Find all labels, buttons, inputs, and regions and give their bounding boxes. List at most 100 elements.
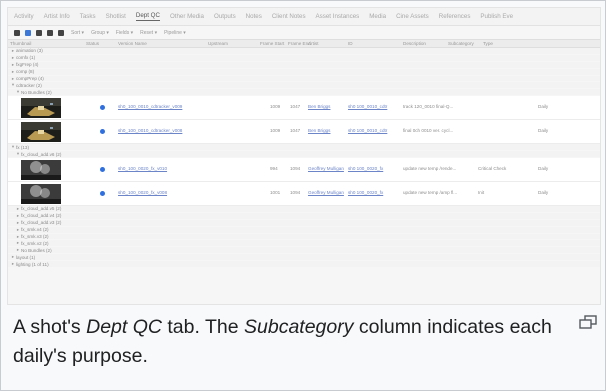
column-header[interactable]: Thumbnail [10, 41, 31, 46]
tree-group-row[interactable]: ▸ No Bundles (2) [8, 247, 600, 255]
version-id-link[interactable]: sh0 100_0010_cdtr [348, 128, 387, 133]
column-header[interactable]: Upstream [208, 41, 228, 46]
column-header[interactable]: Frame Start [260, 41, 284, 46]
artist-link[interactable]: Geoffrey Mulligan [308, 166, 344, 171]
tab-publish-eve[interactable]: Publish Eve [480, 13, 513, 20]
tab-other-media[interactable]: Other Media [170, 13, 204, 20]
toolbar-dropdown[interactable]: Group ▾ [91, 30, 109, 36]
tree-group-row[interactable]: ▾ fx (13) [8, 144, 600, 152]
artist-link[interactable]: Ben Briggs [308, 104, 330, 109]
version-group-a: sh0_100_0010_cdtracker_v009 1009 1047 Ben B… [8, 96, 600, 145]
column-header[interactable]: Description [403, 41, 426, 46]
tree-group-row[interactable]: ▾ fx_cloud_add.v6 (2) [8, 151, 600, 159]
version-row[interactable]: sh0_100_0020_fx_v010 994 1094 Geoffrey Mull… [8, 158, 600, 183]
enlarge-icon[interactable] [579, 315, 597, 329]
version-id-link[interactable]: sh0 100_0020_fx [348, 190, 383, 195]
toolbar: Sort ▾ Group ▾ Fields ▾ Reset ▾ Pipeline ▾ [8, 26, 600, 39]
tree-group-row[interactable]: ▸ fx_cloud_add.v3 (2) [8, 220, 600, 227]
tab-shotlist[interactable]: Shotlist [106, 13, 126, 20]
type: Daily [538, 128, 549, 134]
artist-link[interactable]: Geoffrey Mulligan [308, 190, 344, 195]
tab-tasks[interactable]: Tasks [80, 13, 96, 20]
column-header[interactable]: Subcategory [448, 41, 474, 46]
tab-references[interactable]: References [439, 13, 471, 20]
version-row[interactable]: sh0_100_0010_cdtracker_v008 1009 1047 Ben B… [8, 120, 600, 145]
tab-media[interactable]: Media [369, 13, 386, 20]
version-thumbnail-image[interactable] [21, 160, 61, 181]
frame-end: 1094 [290, 190, 301, 196]
toolbar-dropdown[interactable]: Fields ▾ [116, 30, 133, 36]
status-dot[interactable] [100, 191, 105, 197]
status-dot[interactable] [100, 105, 105, 111]
group-tree-top: ▸ animation (3) ▸ comfx (1) ▸ fxgFrep (4) ▸ com… [8, 48, 600, 97]
version-thumbnail-image[interactable] [21, 184, 61, 205]
filter-icon[interactable] [47, 29, 53, 36]
tree-group-row[interactable]: ▸ fx_cloud_add.v5 (2) [8, 206, 600, 213]
version-thumbnail[interactable] [21, 98, 61, 119]
tree-group-row[interactable]: ▸ fx_smk.v3 (2) [8, 234, 600, 241]
tree-group-row[interactable]: ▸ layout (1) [8, 254, 600, 262]
group-label: fx_cloud_add.v6 (2) [21, 151, 62, 157]
version-name-link[interactable]: sh0_100_0020_fx_v010 [118, 166, 167, 171]
figure-caption: A shot's Dept QC tab. The Subcategory co… [13, 313, 553, 371]
tree-group-row[interactable]: ▸ lighting (1 of 11) [8, 261, 600, 269]
version-id-link[interactable]: sh0 100_0020_fx [348, 166, 383, 171]
column-header[interactable]: Version Name [118, 41, 147, 46]
frame-start: 1009 [270, 104, 281, 110]
tab-notes[interactable]: Notes [246, 13, 262, 20]
version-row[interactable]: sh0_100_0010_cdtracker_v009 1009 1047 Ben B… [8, 96, 600, 121]
toolbar-dropdown[interactable]: Reset ▾ [140, 30, 157, 36]
tab-client-notes[interactable]: Client Notes [272, 13, 306, 20]
version-thumbnail-image[interactable] [21, 98, 61, 119]
column-header[interactable]: Artist [308, 41, 318, 46]
tree-group-row[interactable]: ▸ compPrep (4) [8, 76, 600, 83]
tree-group-row[interactable]: ▸ comfx (1) [8, 55, 600, 62]
tab-artist-info[interactable]: Artist Info [44, 13, 70, 20]
tree-group-row[interactable]: ▾ cdtracker (2) [8, 82, 600, 90]
version-thumbnail[interactable] [21, 184, 61, 205]
version-name-link[interactable]: sh0_100_0020_fx_v008 [118, 190, 167, 195]
column-header[interactable]: Type [483, 41, 493, 46]
column-header[interactable]: Status [86, 41, 99, 46]
status-dot[interactable] [100, 167, 105, 173]
tree-group-row[interactable]: ▸ fxgFrep (4) [8, 62, 600, 69]
version-id-link[interactable]: sh0 100_0010_cdtr [348, 104, 387, 109]
table-header: Thumbnail Status Version Name Upstream Frame… [8, 39, 600, 48]
type: Daily [538, 190, 549, 196]
caption-dept-qc: Dept QC [86, 316, 162, 338]
status-dot[interactable] [100, 129, 105, 135]
columns-icon[interactable] [58, 29, 64, 36]
tree-group-row[interactable]: ▸ fx_smk.v4 (2) [8, 227, 600, 234]
group-label: No Bundles (2) [21, 89, 52, 95]
screenshot-thumbnail[interactable]: Activity Artist Info Tasks Shotlist Dept QC O… [7, 7, 601, 305]
type: Daily [538, 166, 549, 172]
toolbar-dropdown[interactable]: Pipeline ▾ [164, 30, 186, 36]
list-view-icon[interactable] [14, 29, 20, 36]
tree-group-row[interactable]: ▸ animation (3) [8, 48, 600, 55]
group-label: layout (1) [16, 254, 36, 260]
version-row[interactable]: sh0_100_0020_fx_v008 1001 1094 Geoffrey Mul… [8, 182, 600, 207]
version-thumbnail[interactable] [21, 160, 61, 181]
column-header[interactable]: ID [348, 41, 353, 46]
tree-group-row[interactable]: ▸ fx_cloud_add.v4 (2) [8, 213, 600, 220]
description: final 0ch 0010 ver. cycl... [403, 128, 454, 134]
version-thumbnail-image[interactable] [21, 122, 61, 143]
tab-asset-instances[interactable]: Asset Instances [316, 13, 360, 20]
group-label: fx_cloud_add.v5 (2) [21, 206, 62, 212]
group-label: lighting (1 of 11) [16, 261, 49, 267]
settings-icon[interactable] [36, 29, 42, 36]
version-thumbnail[interactable] [21, 122, 61, 143]
tab-dept-qc[interactable]: Dept QC [135, 12, 160, 21]
version-name-link[interactable]: sh0_100_0010_cdtracker_v008 [118, 128, 182, 133]
toolbar-dropdown[interactable]: Sort ▾ [71, 30, 84, 36]
tab-cine-assets[interactable]: Cine Assets [396, 13, 429, 20]
tab-outputs[interactable]: Outputs [214, 13, 236, 20]
grid-view-icon[interactable] [25, 29, 31, 36]
caption-subcategory: Subcategory [244, 316, 354, 338]
tree-group-row[interactable]: ▸ comp (8) [8, 69, 600, 76]
artist-link[interactable]: Ben Briggs [308, 128, 330, 133]
tab-activity[interactable]: Activity [14, 13, 34, 20]
version-name-link[interactable]: sh0_100_0010_cdtracker_v009 [118, 104, 182, 109]
tree-group-row[interactable]: ▾ No Bundles (2) [8, 89, 600, 97]
tree-group-row[interactable]: ▸ fx_smk.v2 (2) [8, 240, 600, 248]
